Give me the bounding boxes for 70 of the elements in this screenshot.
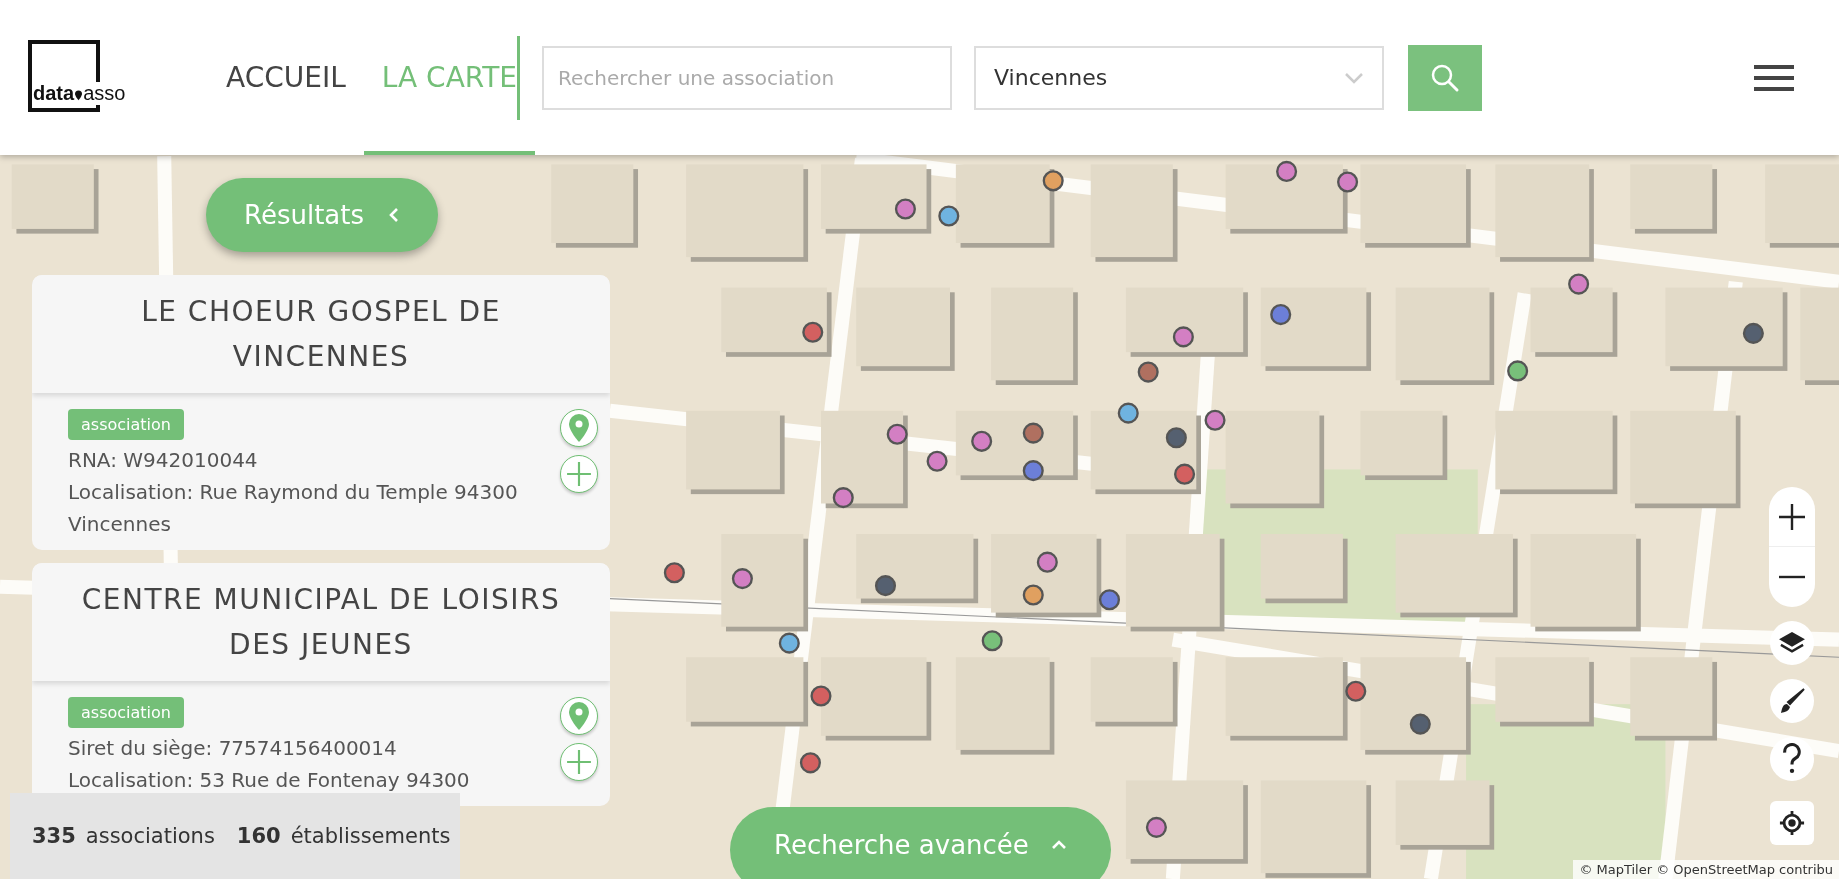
map-marker[interactable] xyxy=(971,430,993,452)
map-marker[interactable] xyxy=(1507,360,1529,382)
result-count: 160 xyxy=(236,824,281,848)
map-pin-icon xyxy=(569,702,589,730)
search-field[interactable]: Rechercher une association xyxy=(542,45,953,110)
city-dropdown[interactable]: Vincennes xyxy=(974,45,1385,110)
map-marker[interactable] xyxy=(1742,322,1764,344)
map-marker[interactable] xyxy=(1270,304,1292,326)
category-tag: association xyxy=(68,697,184,728)
layers-icon xyxy=(1778,631,1806,655)
map-marker[interactable] xyxy=(1022,460,1044,482)
map-pin-icon xyxy=(569,414,589,442)
count-label: associations xyxy=(85,824,215,848)
map-marker[interactable] xyxy=(1276,160,1298,182)
association-name: CENTRE MUNICIPAL DE LOISIRS DES JEUNES xyxy=(81,583,561,661)
chevron-up-icon xyxy=(1050,840,1067,850)
map-marker[interactable] xyxy=(926,450,948,472)
minus-icon xyxy=(1777,575,1807,579)
plus-icon xyxy=(566,461,592,487)
plus-icon xyxy=(566,749,592,775)
map-marker[interactable] xyxy=(1042,170,1064,192)
map-marker[interactable] xyxy=(832,487,854,509)
question-mark-icon xyxy=(1782,743,1802,775)
chevron-down-icon xyxy=(1344,71,1365,84)
result-count: 335 xyxy=(32,824,76,848)
plus-icon xyxy=(1777,501,1807,532)
map-marker[interactable] xyxy=(802,321,824,343)
map-marker[interactable] xyxy=(981,630,1003,652)
crosshair-icon xyxy=(1779,810,1805,836)
help-button[interactable] xyxy=(1770,737,1814,781)
association-detail: Siret du siège: 77574156400014 xyxy=(68,735,397,762)
map-marker[interactable] xyxy=(1137,361,1159,383)
map-attribution: © MapTiler © OpenStreetMap contribu xyxy=(1573,860,1839,879)
map-marker[interactable] xyxy=(1036,551,1058,573)
locate-me-button[interactable] xyxy=(1770,801,1814,845)
map-marker[interactable] xyxy=(1022,422,1044,444)
association-detail: Localisation: Rue Raymond du Temple 94300 Vincennes xyxy=(68,479,519,538)
map-marker[interactable] xyxy=(1337,171,1359,193)
map-marker[interactable] xyxy=(731,568,753,590)
nav-link[interactable]: ACCUEIL xyxy=(226,0,346,155)
map-marker[interactable] xyxy=(799,752,821,774)
count-label: établissements xyxy=(290,824,451,848)
map-marker[interactable] xyxy=(1165,427,1187,449)
map-marker[interactable] xyxy=(1568,273,1590,295)
map-marker[interactable] xyxy=(874,575,897,597)
map-marker[interactable] xyxy=(1172,326,1194,348)
map-marker[interactable] xyxy=(886,423,908,445)
site-logo[interactable]: data asso xyxy=(28,39,168,116)
map-marker[interactable] xyxy=(810,685,832,707)
association-detail: RNA: W942010044 xyxy=(68,447,258,474)
map-marker[interactable] xyxy=(1117,402,1139,424)
draw-button[interactable] xyxy=(1770,679,1814,723)
map-marker[interactable] xyxy=(778,632,800,654)
association-detail: Localisation: 53 Rue de Fontenay 94300 xyxy=(68,767,470,794)
map-marker[interactable] xyxy=(1204,409,1226,431)
menu-icon xyxy=(1753,63,1795,92)
association-name: LE CHOEUR GOSPEL DE VINCENNES xyxy=(141,295,501,373)
map-marker[interactable] xyxy=(894,198,916,220)
map-marker[interactable] xyxy=(663,562,685,584)
map-marker[interactable] xyxy=(1098,589,1121,611)
map-marker[interactable] xyxy=(1022,584,1044,606)
map-marker[interactable] xyxy=(1174,463,1196,485)
layers-button[interactable] xyxy=(1770,621,1814,665)
map-marker[interactable] xyxy=(1345,680,1367,702)
chevron-left-icon xyxy=(388,206,400,224)
map-marker[interactable] xyxy=(1409,713,1431,735)
category-tag: association xyxy=(68,409,184,440)
paintbrush-icon xyxy=(1778,687,1806,715)
map-marker[interactable] xyxy=(938,205,960,227)
map-marker[interactable] xyxy=(1145,816,1167,838)
